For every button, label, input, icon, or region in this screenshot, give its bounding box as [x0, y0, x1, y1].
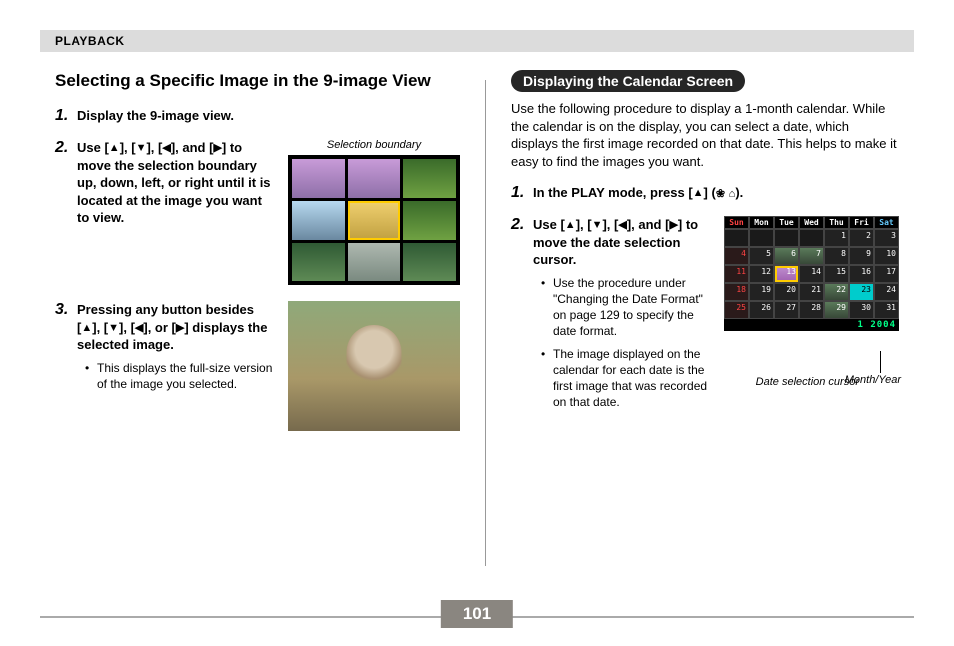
selected-grid-cell	[348, 201, 401, 240]
r-step1-text: In the PLAY mode, press [▲] (❀ ⌂).	[533, 184, 899, 202]
right-step-1: 1. In the PLAY mode, press [▲] (❀ ⌂).	[511, 184, 899, 202]
content: Selecting a Specific Image in the 9-imag…	[55, 70, 899, 576]
left-step-1: 1. Display the 9-image view.	[55, 107, 460, 125]
step-number: 2.	[55, 139, 77, 227]
calendar-body: 123 45678910 11121314151617 181920212223…	[724, 229, 899, 319]
fullsize-image-preview	[288, 301, 460, 431]
left-step-3: 3. Pressing any button besides [▲], [▼],…	[55, 301, 460, 431]
step2-text: Use [▲], [▼], [◀], and [▶] to move the s…	[77, 139, 276, 227]
step-number: 3.	[55, 301, 77, 392]
right-step-2: 2. Use [▲], [▼], [◀], and [▶] to move th…	[511, 216, 899, 424]
header-bar: PLAYBACK	[40, 30, 914, 52]
calendar-header: Sun Mon Tue Wed Thu Fri Sat	[724, 216, 899, 229]
right-column: Displaying the Calendar Screen Use the f…	[511, 70, 899, 576]
nine-image-grid	[288, 155, 460, 285]
down-arrow-icon: ▼	[108, 322, 119, 334]
up-arrow-icon: ▲	[565, 219, 576, 231]
date-selection-cursor: 13	[774, 265, 799, 283]
right-arrow-icon: ▶	[213, 142, 221, 154]
step1-text: Display the 9-image view.	[77, 107, 460, 125]
down-arrow-icon: ▼	[136, 142, 147, 154]
step-number: 2.	[511, 216, 533, 410]
calendar-month-year: 1 2004	[724, 319, 899, 331]
step3-text: Pressing any button besides [▲], [▼], [◀…	[77, 301, 276, 354]
up-arrow-icon: ▲	[109, 142, 120, 154]
right-arrow-icon: ▶	[669, 219, 677, 231]
down-arrow-icon: ▼	[592, 219, 603, 231]
up-arrow-icon: ▲	[81, 322, 92, 334]
section-label: PLAYBACK	[55, 34, 125, 48]
subsection-pill: Displaying the Calendar Screen	[511, 70, 745, 92]
column-divider	[485, 80, 486, 566]
up-arrow-icon: ▲	[693, 187, 704, 199]
right-intro: Use the following procedure to display a…	[511, 100, 899, 170]
step3-bullet: • This displays the full-size version of…	[77, 360, 276, 392]
r-step2-bullet2: • The image displayed on the calendar fo…	[533, 346, 712, 411]
left-arrow-icon: ◀	[162, 142, 170, 154]
flower-icon: ❀	[716, 188, 725, 200]
left-title: Selecting a Specific Image in the 9-imag…	[55, 70, 460, 91]
r-step2-bullet1: • Use the procedure under "Changing the …	[533, 275, 712, 340]
cursor-label: Date selection cursor	[756, 376, 859, 388]
step-number: 1.	[511, 184, 533, 202]
left-step-2: 2. Use [▲], [▼], [◀], and [▶] to move th…	[55, 139, 460, 285]
grid-caption: Selection boundary	[288, 139, 460, 151]
left-column: Selecting a Specific Image in the 9-imag…	[55, 70, 460, 576]
left-arrow-icon: ◀	[618, 219, 626, 231]
calendar-screen: Sun Mon Tue Wed Thu Fri Sat 123 45678910…	[724, 216, 899, 331]
calendar-figure: Sun Mon Tue Wed Thu Fri Sat 123 45678910…	[724, 216, 899, 331]
r-step2-text: Use [▲], [▼], [◀], and [▶] to move the d…	[533, 216, 712, 269]
step-number: 1.	[55, 107, 77, 125]
page-number: 101	[441, 600, 513, 628]
